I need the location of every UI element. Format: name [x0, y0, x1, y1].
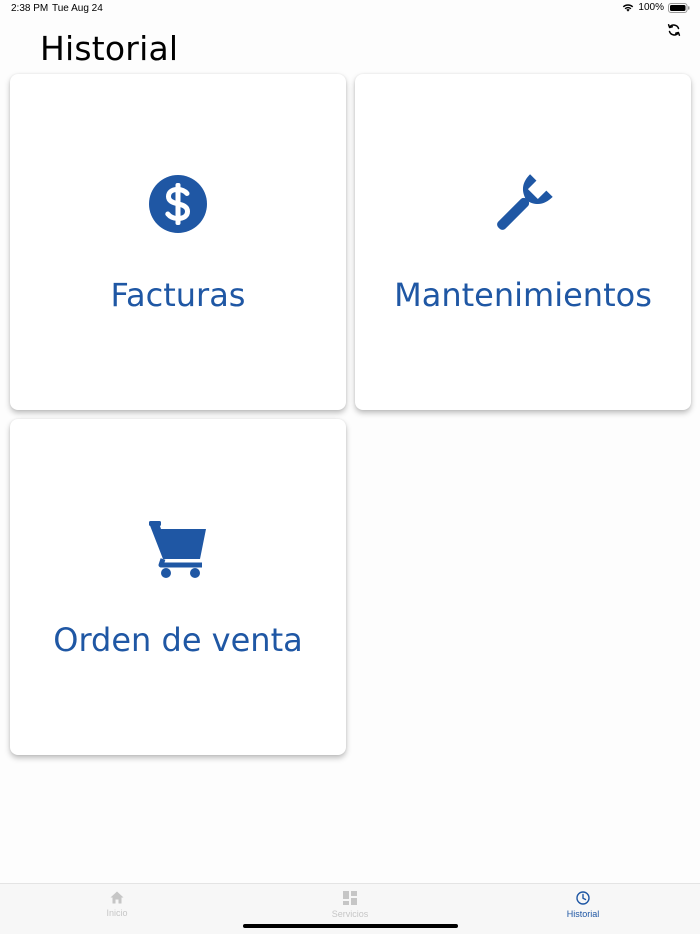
shopping-cart-icon: [10, 517, 346, 581]
status-time: 2:38 PM: [11, 3, 49, 14]
card-label-mantenimientos: Mantenimientos: [394, 276, 652, 314]
battery-icon: [668, 2, 690, 13]
card-orden-de-venta[interactable]: Orden de venta: [10, 419, 346, 755]
page-title: Historial: [40, 29, 179, 68]
tab-servicios[interactable]: Servicios: [300, 891, 400, 919]
battery-percentage: 100%: [638, 2, 664, 13]
status-indicators: 100%: [622, 2, 690, 13]
card-label-facturas: Facturas: [110, 276, 246, 314]
tab-bar: Inicio Servicios Historial: [0, 883, 700, 934]
card-mantenimientos[interactable]: Mantenimientos: [355, 74, 691, 410]
tab-label-servicios: Servicios: [331, 909, 369, 919]
tab-label-historial: Historial: [566, 909, 600, 919]
home-indicator: [243, 924, 458, 928]
wifi-icon: [622, 3, 634, 12]
card-label-orden-de-venta: Orden de venta: [53, 621, 303, 659]
tab-label-inicio: Inicio: [106, 908, 128, 918]
card-facturas[interactable]: Facturas: [10, 74, 346, 410]
status-bar: 2:38 PM Tue Aug 24 100%: [0, 0, 700, 18]
grid-icon: [343, 891, 357, 907]
refresh-button[interactable]: [664, 21, 684, 41]
status-date: Tue Aug 24: [52, 3, 103, 14]
wrench-icon: [355, 172, 691, 236]
tab-inicio[interactable]: Inicio: [67, 891, 167, 918]
dollar-circle-icon: [10, 172, 346, 236]
tab-historial[interactable]: Historial: [533, 891, 633, 919]
refresh-icon: [667, 22, 681, 41]
clock-icon: [576, 891, 590, 907]
home-icon: [110, 891, 124, 906]
